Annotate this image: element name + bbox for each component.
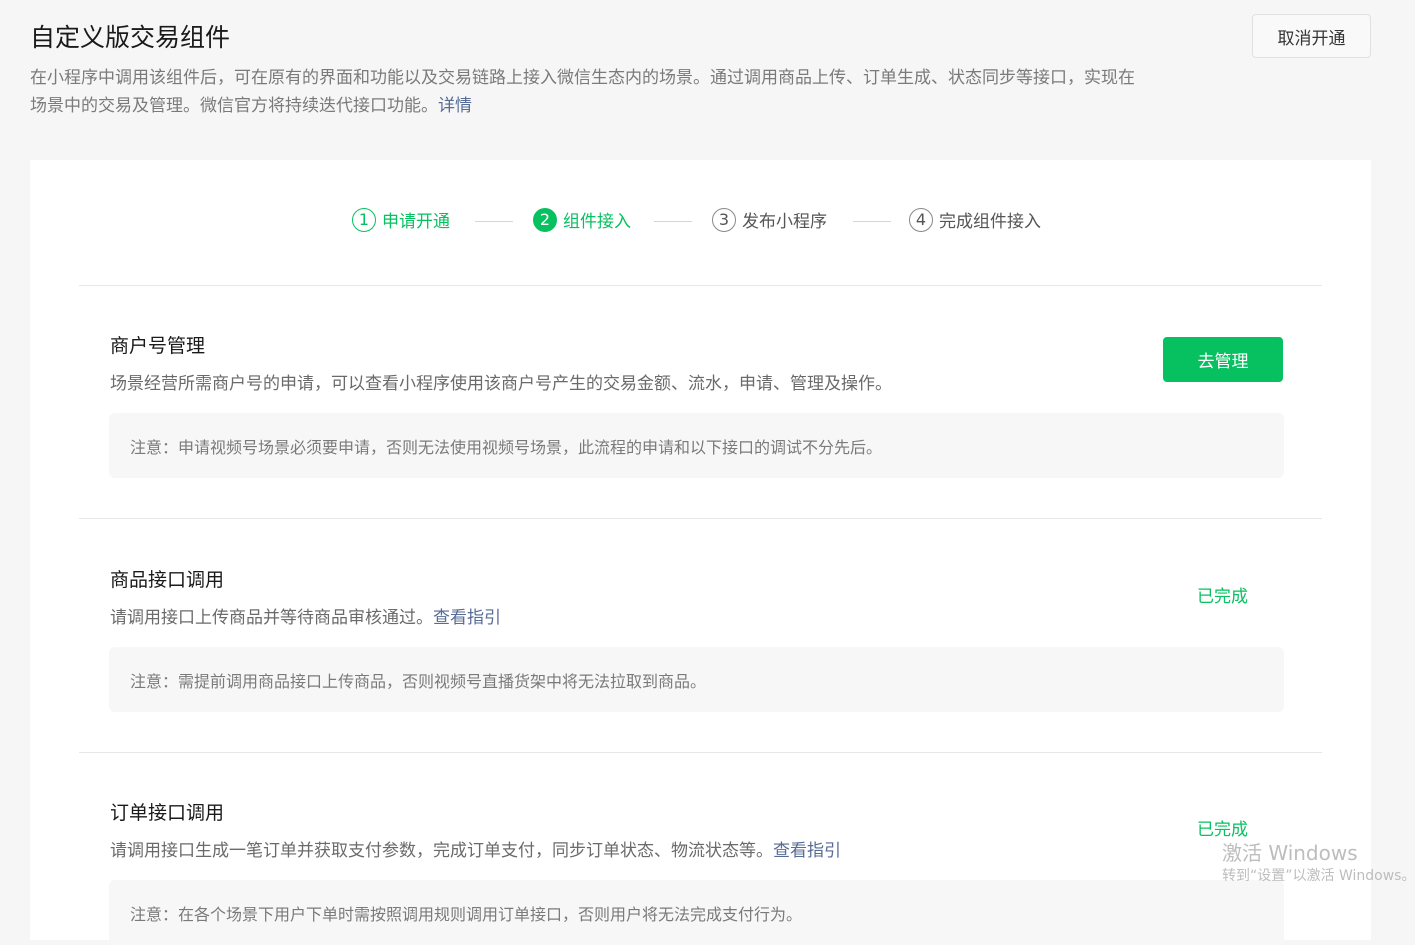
order-api-section-description: 请调用接口生成一笔订单并获取支付参数，完成订单支付，同步订单状态、物流状态等。查… — [110, 836, 841, 861]
page-description: 在小程序中调用该组件后，可在原有的界面和功能以及交易链路上接入微信生态内的场景。… — [30, 64, 1150, 120]
step-complete: 4 完成组件接入 — [909, 207, 1041, 232]
product-api-note: 注意：需提前调用商品接口上传商品，否则视频号直播货架中将无法拉取到商品。 — [109, 647, 1284, 712]
product-api-description-text: 请调用接口上传商品并等待商品审核通过。 — [110, 608, 433, 628]
step-number-circle: 3 — [712, 207, 736, 232]
step-label: 发布小程序 — [742, 212, 827, 232]
description-text: 在小程序中调用该组件后，可在原有的界面和功能以及交易链路上接入微信生态内的场景。… — [30, 68, 1135, 116]
order-api-section-title: 订单接口调用 — [110, 802, 225, 824]
step-label: 组件接入 — [563, 212, 631, 232]
divider — [79, 752, 1322, 753]
windows-activation-watermark: 激活 Windows 转到“设置”以激活 Windows。 — [1222, 840, 1415, 886]
step-number-circle: 1 — [352, 207, 376, 232]
watermark-title: 激活 Windows — [1222, 841, 1358, 865]
watermark-subtitle: 转到“设置”以激活 Windows。 — [1222, 868, 1415, 884]
page-title: 自定义版交易组件 — [30, 23, 231, 52]
step-publish: 3 发布小程序 — [712, 207, 827, 232]
product-api-status: 已完成 — [1197, 587, 1248, 607]
step-integrate: 2 组件接入 — [533, 207, 631, 232]
merchant-note: 注意：申请视频号场景必须要申请，否则无法使用视频号场景，此流程的申请和以下接口的… — [109, 413, 1284, 478]
step-connector — [853, 221, 891, 222]
order-api-description-text: 请调用接口生成一笔订单并获取支付参数，完成订单支付，同步订单状态、物流状态等。 — [110, 841, 773, 861]
details-link[interactable]: 详情 — [438, 96, 472, 116]
product-api-section-title: 商品接口调用 — [110, 569, 225, 591]
manage-button[interactable]: 去管理 — [1163, 337, 1283, 382]
step-number-circle: 2 — [533, 207, 557, 232]
order-guide-link[interactable]: 查看指引 — [773, 841, 841, 861]
main-card — [30, 160, 1371, 940]
step-connector — [654, 221, 692, 222]
step-label: 完成组件接入 — [939, 212, 1041, 232]
merchant-section-description: 场景经营所需商户号的申请，可以查看小程序使用该商户号产生的交易金额、流水，申请、… — [110, 374, 892, 394]
step-apply: 1 申请开通 — [352, 207, 450, 232]
divider — [79, 518, 1322, 519]
divider — [79, 285, 1322, 286]
cancel-activation-button[interactable]: 取消开通 — [1252, 14, 1371, 58]
step-label: 申请开通 — [382, 212, 450, 232]
step-progress: 1 申请开通 2 组件接入 3 发布小程序 4 完成组件接入 — [0, 207, 1415, 239]
step-connector — [475, 221, 513, 222]
product-guide-link[interactable]: 查看指引 — [433, 608, 501, 628]
product-api-section-description: 请调用接口上传商品并等待商品审核通过。查看指引 — [110, 603, 501, 628]
merchant-section-title: 商户号管理 — [110, 335, 206, 357]
order-api-note: 注意：在各个场景下用户下单时需按照调用规则调用订单接口，否则用户将无法完成支付行… — [109, 880, 1284, 945]
order-api-status: 已完成 — [1197, 820, 1248, 840]
step-number-circle: 4 — [909, 207, 933, 232]
